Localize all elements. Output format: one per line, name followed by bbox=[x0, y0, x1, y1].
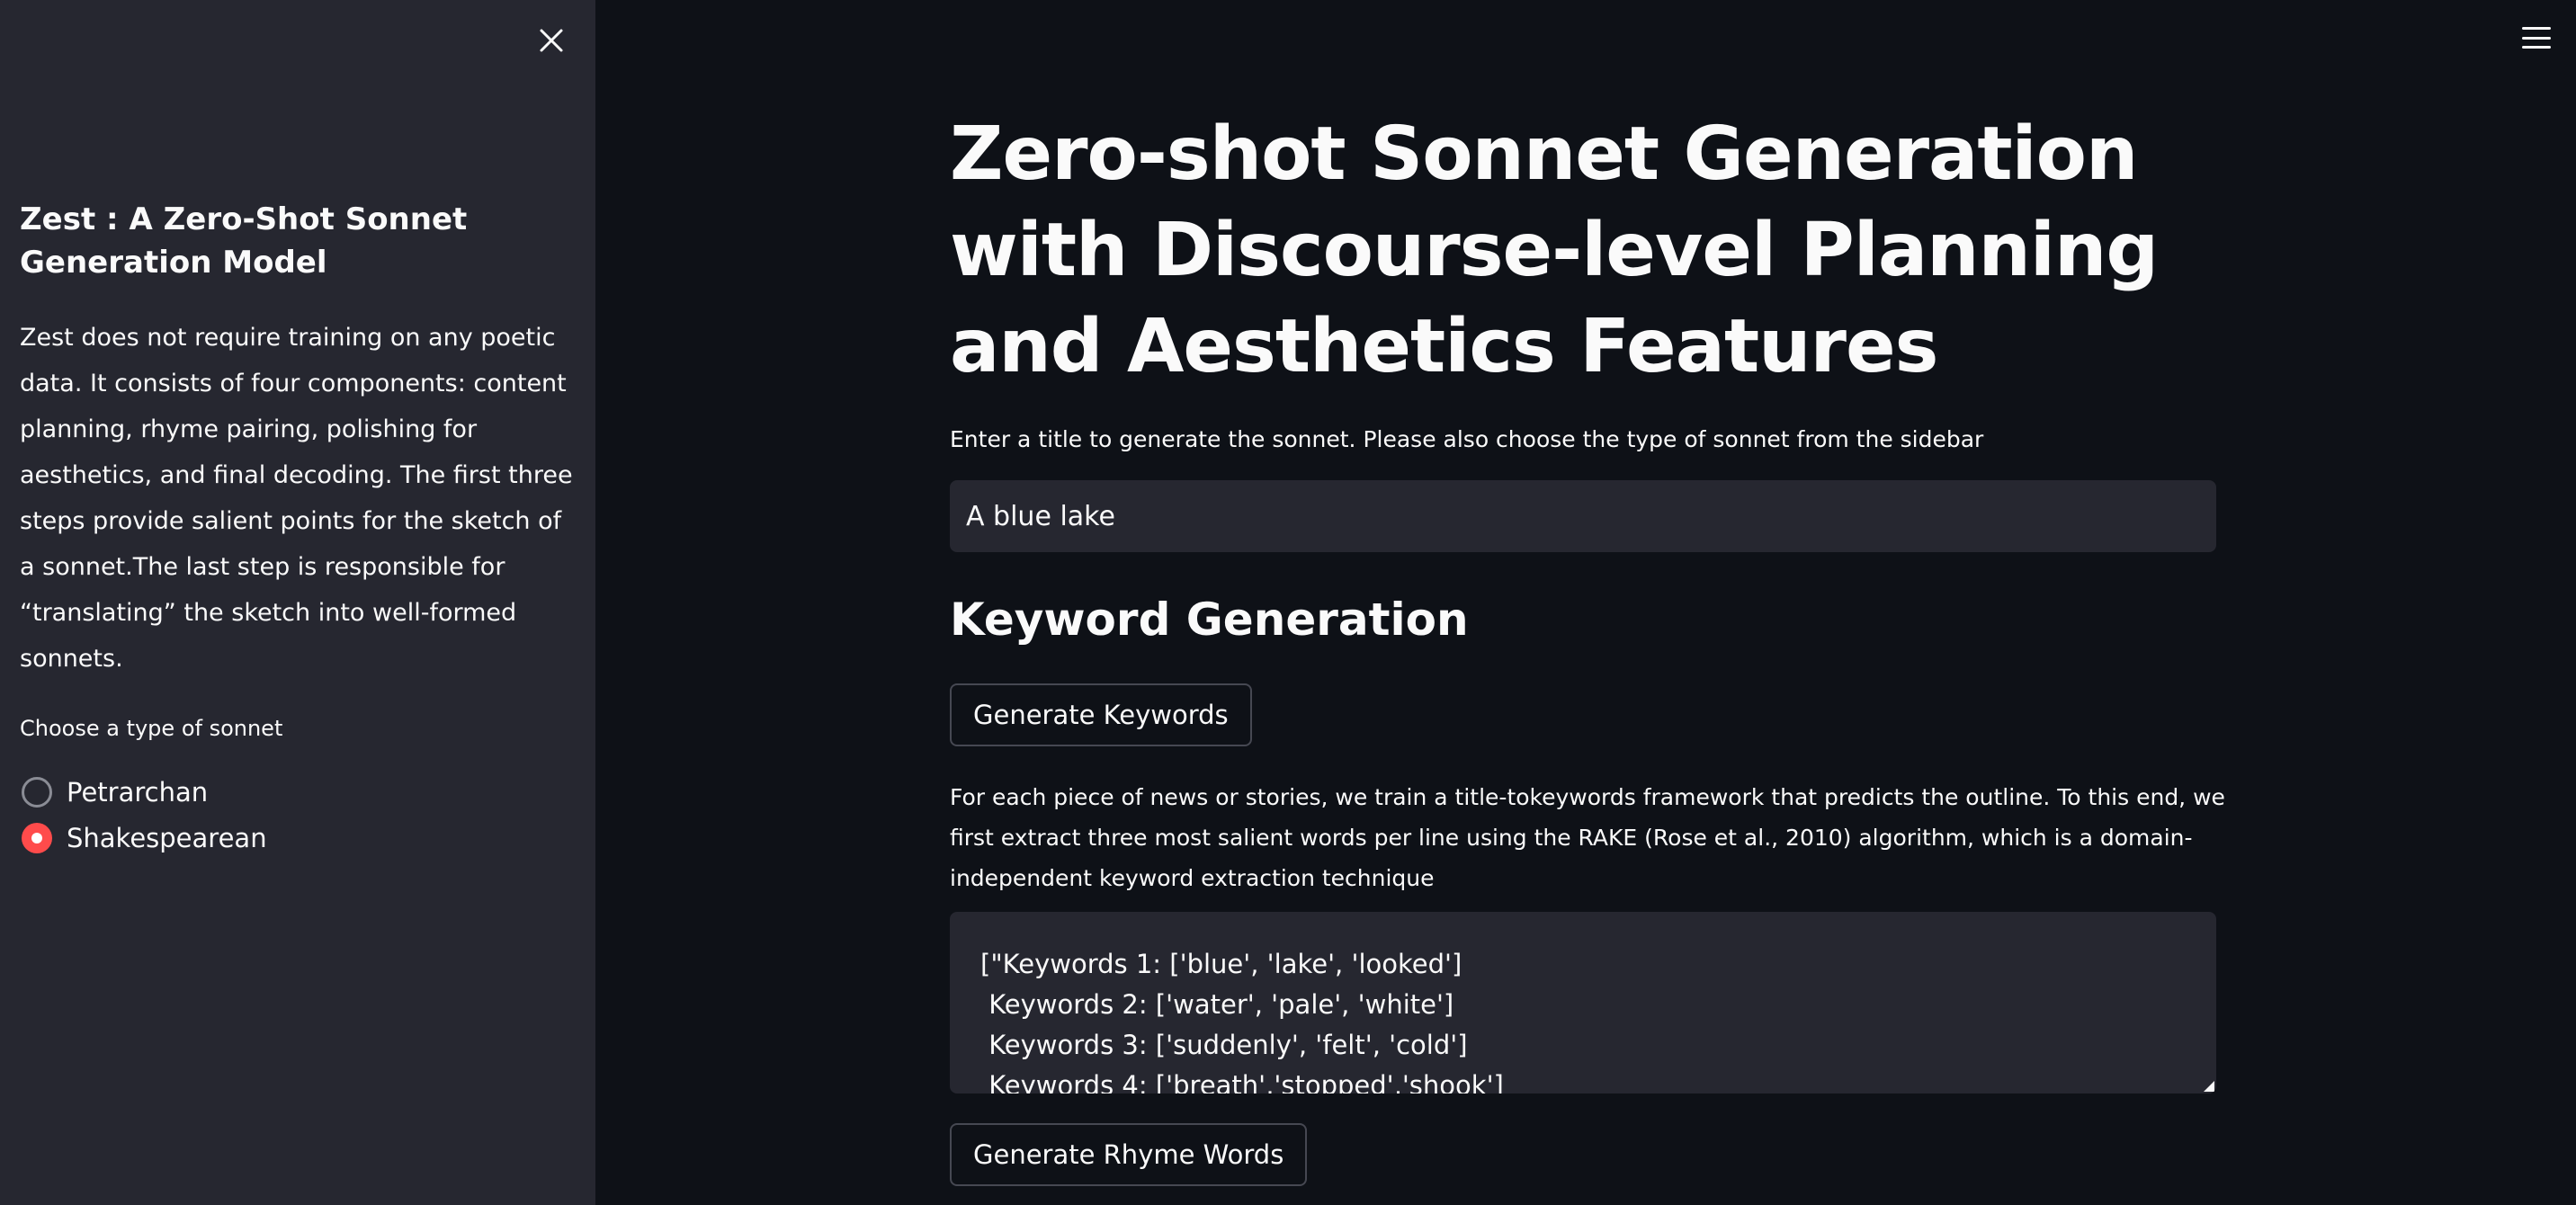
keywords-output-textarea[interactable]: ["Keywords 1: ['blue', 'lake', 'looked']… bbox=[950, 912, 2216, 1093]
keywords-line: Keywords 4: ['breath','stopped','shook'] bbox=[980, 1070, 1504, 1093]
close-sidebar-button[interactable] bbox=[532, 22, 570, 59]
sonnet-title-input[interactable] bbox=[950, 480, 2216, 552]
radio-option-shakespearean[interactable]: Shakespearean bbox=[22, 823, 267, 853]
sidebar: Zest : A Zero-Shot Sonnet Generation Mod… bbox=[0, 0, 595, 1205]
generate-keywords-button[interactable]: Generate Keywords bbox=[950, 683, 1252, 746]
close-icon bbox=[540, 29, 563, 52]
title-input-label: Enter a title to generate the sonnet. Pl… bbox=[950, 426, 1984, 452]
generate-rhyme-words-button[interactable]: Generate Rhyme Words bbox=[950, 1123, 1308, 1186]
keywords-line: ["Keywords 1: ['blue', 'lake', 'looked'] bbox=[980, 949, 1462, 979]
radio-option-petrarchan[interactable]: Petrarchan bbox=[22, 777, 208, 808]
sidebar-description: Zest does not require training on any po… bbox=[20, 324, 573, 673]
keyword-explanation-text: For each piece of news or stories, we tr… bbox=[950, 784, 2225, 891]
hamburger-menu-icon bbox=[2522, 27, 2551, 30]
keywords-line: Keywords 2: ['water', 'pale', 'white'] bbox=[980, 989, 1454, 1020]
radio-option-label: Petrarchan bbox=[67, 777, 209, 808]
page-title: Zero-shot Sonnet Generation with Discour… bbox=[950, 112, 2159, 389]
radio-unchecked-icon[interactable] bbox=[22, 777, 52, 808]
main-menu-button[interactable] bbox=[2518, 23, 2554, 52]
resize-handle-icon[interactable] bbox=[2204, 1081, 2214, 1092]
radio-checked-icon[interactable] bbox=[22, 823, 52, 853]
keywords-line: Keywords 3: ['suddenly', 'felt', 'cold'] bbox=[980, 1030, 1468, 1060]
sidebar-title: Zest : A Zero-Shot Sonnet Generation Mod… bbox=[20, 201, 468, 281]
radio-option-label: Shakespearean bbox=[67, 823, 267, 853]
sonnet-type-label: Choose a type of sonnet bbox=[20, 716, 283, 741]
keyword-generation-header: Keyword Generation bbox=[950, 594, 1469, 646]
